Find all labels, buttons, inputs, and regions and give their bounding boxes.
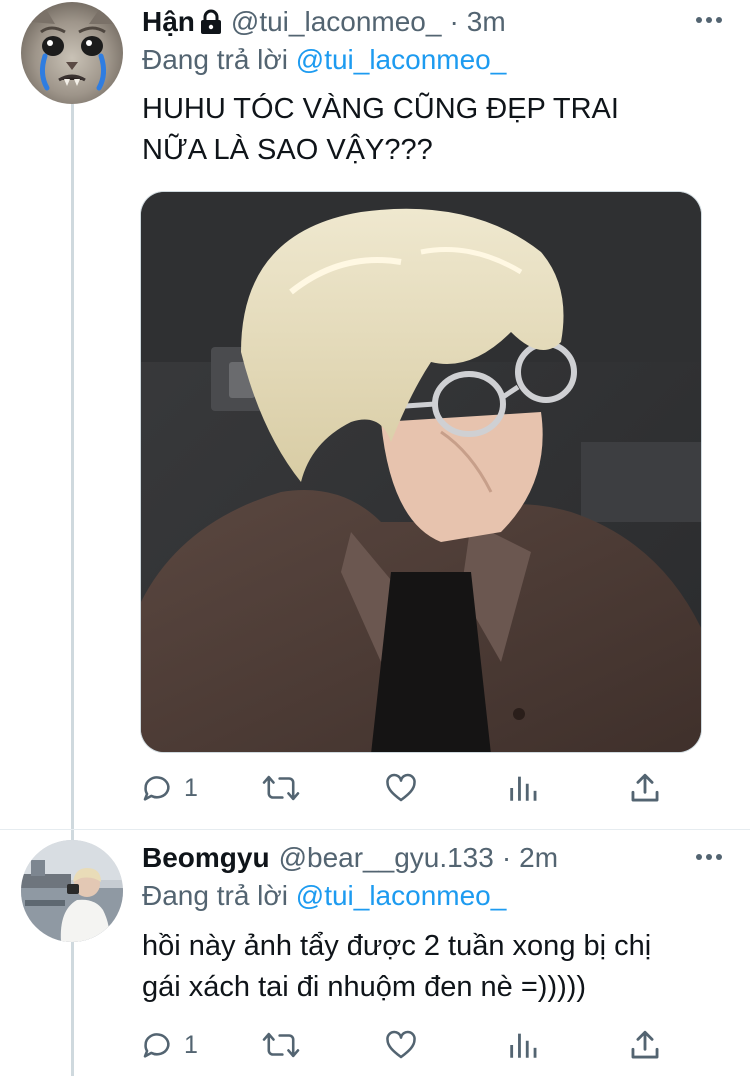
more-icon[interactable]	[696, 854, 722, 862]
like-button[interactable]	[384, 1025, 418, 1065]
tweet-header: Beomgyu @bear__gyu.133 · 2m	[142, 840, 558, 876]
reply-icon	[143, 1033, 170, 1058]
author-handle[interactable]: @bear__gyu.133	[279, 842, 494, 874]
replying-to: Đang trả lời @tui_laconmeo_	[142, 880, 506, 912]
like-icon	[386, 1030, 416, 1059]
cat-avatar-image	[21, 2, 123, 104]
analytics-icon	[510, 776, 537, 801]
analytics-button[interactable]	[506, 768, 540, 808]
avatar-beomgyu[interactable]	[21, 840, 123, 942]
tweet-actions: 1	[140, 1025, 680, 1065]
tweet-time[interactable]: 2m	[519, 842, 558, 874]
tweet-actions: 1	[140, 768, 680, 808]
tweet-text: hồi này ảnh tẩy được 2 tuần xong bị chị …	[142, 926, 742, 1008]
analytics-icon	[510, 1033, 537, 1058]
author-handle[interactable]: @tui_laconmeo_	[231, 6, 442, 38]
separator-dot: ·	[449, 6, 459, 37]
like-icon	[386, 773, 416, 802]
reply-button[interactable]: 1	[140, 1025, 198, 1065]
avatar-han[interactable]	[21, 2, 123, 104]
share-icon	[631, 1030, 659, 1059]
tweet-time[interactable]: 3m	[467, 6, 506, 38]
tweet-photo[interactable]	[140, 191, 702, 753]
analytics-button[interactable]	[506, 1025, 540, 1065]
more-icon[interactable]	[696, 17, 722, 25]
tweet-header: Hận @tui_laconmeo_ · 3m	[142, 4, 506, 40]
author-name[interactable]: Beomgyu	[142, 842, 270, 874]
share-button[interactable]	[628, 1025, 662, 1065]
separator-dot: ·	[501, 842, 512, 873]
replying-to: Đang trả lời @tui_laconmeo_	[142, 44, 506, 76]
tweet-text-line: NỮA LÀ SAO VẬY???	[142, 134, 433, 166]
replying-to-label: Đang trả lời	[142, 880, 288, 911]
replying-to-label: Đang trả lời	[142, 44, 288, 75]
retweet-button[interactable]	[262, 768, 300, 808]
share-icon	[631, 773, 659, 802]
photo-image	[141, 192, 701, 752]
person-avatar-image	[21, 840, 123, 942]
tweet-text-line: gái xách tai đi nhuộm đen nè =)))))	[142, 971, 587, 1003]
like-button[interactable]	[384, 768, 418, 808]
reply-count: 1	[184, 773, 198, 802]
replying-to-mention[interactable]: @tui_laconmeo_	[296, 44, 507, 75]
lock-icon	[200, 9, 222, 35]
share-button[interactable]	[628, 768, 662, 808]
tweet-text-line: hồi này ảnh tẩy được 2 tuần xong bị chị	[142, 930, 652, 962]
tweet-2[interactable]: Beomgyu @bear__gyu.133 · 2m Đang trả lời…	[0, 830, 750, 1076]
reply-icon	[143, 776, 170, 801]
tweet-text-line: HUHU TÓC VÀNG CŨNG ĐẸP TRAI	[142, 93, 619, 125]
retweet-button[interactable]	[262, 1025, 300, 1065]
retweet-icon	[262, 1032, 300, 1058]
retweet-icon	[262, 775, 300, 801]
author-name[interactable]: Hận	[142, 6, 195, 38]
reply-button[interactable]: 1	[140, 768, 198, 808]
tweet-text: HUHU TÓC VÀNG CŨNG ĐẸP TRAI NỮA LÀ SAO V…	[142, 89, 722, 171]
replying-to-mention[interactable]: @tui_laconmeo_	[296, 880, 507, 911]
reply-count: 1	[184, 1030, 198, 1059]
tweet-1[interactable]: Hận @tui_laconmeo_ · 3m Đang trả lời @tu…	[0, 0, 750, 830]
